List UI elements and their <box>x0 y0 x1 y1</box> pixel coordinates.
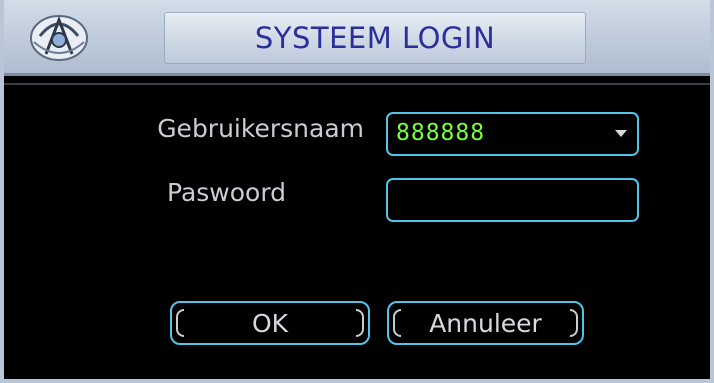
password-field[interactable] <box>386 178 639 222</box>
dialog-title: SYSTEEM LOGIN <box>254 21 496 55</box>
title-divider <box>4 83 710 85</box>
dvr-logo-icon <box>22 6 96 66</box>
cancel-button-label: Annuleer <box>429 308 542 338</box>
title-plate: SYSTEEM LOGIN <box>164 12 586 64</box>
username-label: Gebruikersnaam <box>157 114 364 143</box>
chevron-down-icon[interactable] <box>615 130 627 137</box>
username-value: 888888 <box>396 120 486 146</box>
password-label: Paswoord <box>167 178 287 207</box>
title-bar: SYSTEEM LOGIN <box>4 0 710 76</box>
ok-button[interactable]: OK <box>170 301 370 345</box>
username-dropdown[interactable]: 888888 <box>386 112 639 156</box>
login-dialog: SYSTEEM LOGIN Gebruikersnaam 888888 Pasw… <box>0 0 714 383</box>
ok-button-label: OK <box>251 308 289 338</box>
cancel-button[interactable]: Annuleer <box>387 301 584 345</box>
